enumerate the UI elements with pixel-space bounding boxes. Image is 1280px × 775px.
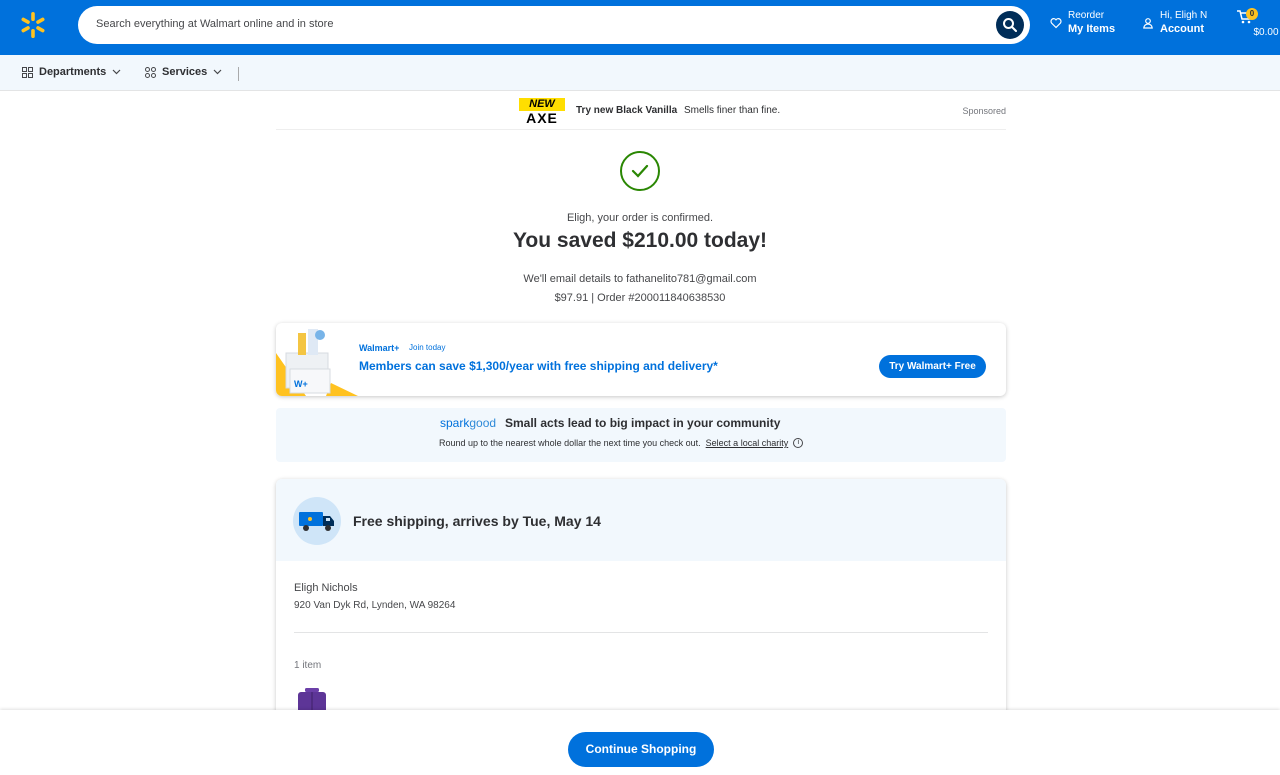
shipping-arrival-title: Free shipping, arrives by Tue, May 14 <box>353 513 601 529</box>
secondary-nav: Departments Services <box>0 55 1280 91</box>
delivery-truck-icon <box>293 497 341 545</box>
order-total-number: $97.91 | Order #200011840638530 <box>554 292 726 304</box>
search-bar[interactable]: Search everything at Walmart online and … <box>78 6 1030 44</box>
ad-headline: Try new Black Vanilla <box>576 105 678 116</box>
account-link[interactable]: Hi, Eligh N Account <box>1142 9 1207 37</box>
join-today-label: Join today <box>409 343 446 352</box>
sparkgood-card: sparkgood Small acts lead to big impact … <box>276 408 1006 462</box>
reorder-label: Reorder <box>1068 10 1105 21</box>
cart-total: $0.00 <box>1253 27 1279 38</box>
services-grid-icon <box>145 66 156 78</box>
ad-copy: Try new Black Vanilla Smells finer than … <box>576 105 780 116</box>
departments-menu[interactable]: Departments <box>22 66 121 78</box>
grid-icon <box>22 66 33 78</box>
shipping-header: Free shipping, arrives by Tue, May 14 <box>276 479 1006 561</box>
sponsored-label: Sponsored <box>962 106 1006 116</box>
chevron-down-icon <box>213 69 222 75</box>
sparkgood-logo-spark: spark <box>440 416 470 430</box>
try-walmart-plus-button[interactable]: Try Walmart+ Free <box>879 355 986 378</box>
info-icon[interactable]: i <box>793 438 804 448</box>
select-charity-link[interactable]: Select a local charity <box>706 438 789 448</box>
top-header: Search everything at Walmart online and … <box>0 0 1280 55</box>
nav-divider <box>238 67 239 81</box>
recipient-name: Eligh Nichols <box>294 582 358 594</box>
walmart-plus-message: Members can save $1,300/year with free s… <box>359 359 718 373</box>
order-confirmed-check-icon <box>620 151 660 191</box>
walmart-plus-grocery-image: W+ <box>276 329 358 396</box>
bottom-action-bar: Continue Shopping <box>0 710 1280 775</box>
email-details-text: We'll email details to fathanelito781@gm… <box>523 273 757 285</box>
sponsored-banner[interactable]: NEW AXE Try new Black Vanilla Smells fin… <box>276 94 1006 130</box>
sparkgood-subtitle: Round up to the nearest whole dollar the… <box>439 438 804 448</box>
axe-logo: NEW AXE <box>519 98 565 126</box>
cart-count-badge: 0 <box>1246 8 1258 20</box>
continue-shopping-button[interactable]: Continue Shopping <box>568 732 714 767</box>
savings-headline: You saved $210.00 today! <box>512 229 768 252</box>
shipping-divider <box>294 632 988 633</box>
walmart-spark-logo[interactable] <box>18 10 48 40</box>
sparkgood-logo-good: good <box>469 416 497 430</box>
sparkgood-title: Small acts lead to big impact in your co… <box>505 416 781 430</box>
walmart-plus-brand: Walmart+ <box>359 343 400 353</box>
greeting-label: Hi, Eligh N <box>1160 10 1208 21</box>
chevron-down-icon <box>112 69 121 75</box>
walmart-plus-card: W+ Walmart+ Join today Members can save … <box>276 323 1006 396</box>
departments-label: Departments <box>39 66 107 78</box>
item-count: 1 item <box>294 660 322 671</box>
search-icon <box>1003 18 1017 32</box>
shipping-address: 920 Van Dyk Rd, Lynden, WA 98264 <box>294 600 456 611</box>
search-input[interactable]: Search everything at Walmart online and … <box>96 18 333 30</box>
search-button[interactable] <box>996 11 1024 39</box>
account-label: Account <box>1160 23 1204 35</box>
services-menu[interactable]: Services <box>145 66 222 78</box>
reorder-my-items-link[interactable]: Reorder My Items <box>1050 9 1115 37</box>
svg-text:W+: W+ <box>294 379 308 389</box>
ad-tagline: Smells finer than fine. <box>683 105 781 116</box>
my-items-label: My Items <box>1068 23 1116 35</box>
services-label: Services <box>162 66 208 78</box>
roundup-text: Round up to the nearest whole dollar the… <box>439 438 701 448</box>
person-icon <box>1143 18 1153 29</box>
sparkgood-logo: sparkgood <box>440 416 496 430</box>
order-confirmed-text: Eligh, your order is confirmed. <box>566 212 714 224</box>
axe-logo-name: AXE <box>526 110 558 126</box>
heart-icon <box>1050 18 1062 29</box>
shipping-card: Free shipping, arrives by Tue, May 14 El… <box>276 479 1006 719</box>
